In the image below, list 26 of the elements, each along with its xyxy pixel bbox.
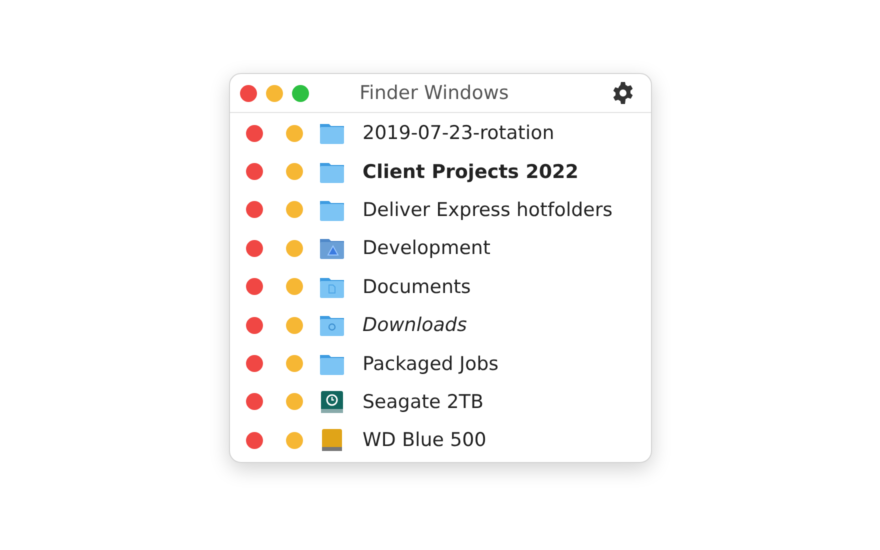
folder-name[interactable]: Documents (362, 276, 471, 298)
folder-name[interactable]: Deliver Express hotfolders (362, 198, 613, 221)
close-window-button[interactable] (246, 355, 262, 372)
app-folder-icon (318, 236, 344, 260)
folder-name[interactable]: Seagate 2TB (362, 390, 484, 413)
folder-icon (318, 121, 344, 146)
close-window-button[interactable] (246, 278, 262, 296)
folder-name[interactable]: 2019-07-23-rotation (362, 122, 554, 144)
folder-name[interactable]: Downloads (362, 314, 467, 336)
close-window-button[interactable] (246, 240, 262, 257)
settings-icon[interactable] (610, 81, 634, 105)
close-window-button[interactable] (246, 432, 262, 449)
folder-name[interactable]: WD Blue 500 (362, 429, 486, 452)
close-window-button[interactable] (246, 316, 262, 334)
close-window-button[interactable] (246, 163, 262, 180)
folder-name[interactable]: Client Projects 2022 (362, 160, 578, 183)
folder-name[interactable]: Development (362, 237, 490, 260)
close-window-button[interactable] (246, 124, 262, 142)
clock-drive-icon (318, 390, 344, 414)
close-window-button[interactable] (246, 201, 262, 218)
close-button[interactable] (240, 84, 256, 102)
close-window-button[interactable] (246, 393, 262, 410)
zoom-button[interactable] (292, 84, 308, 102)
window-title: Finder Windows (360, 82, 510, 104)
folder-name[interactable]: Packaged Jobs (362, 352, 499, 375)
download-folder-icon (318, 313, 344, 338)
